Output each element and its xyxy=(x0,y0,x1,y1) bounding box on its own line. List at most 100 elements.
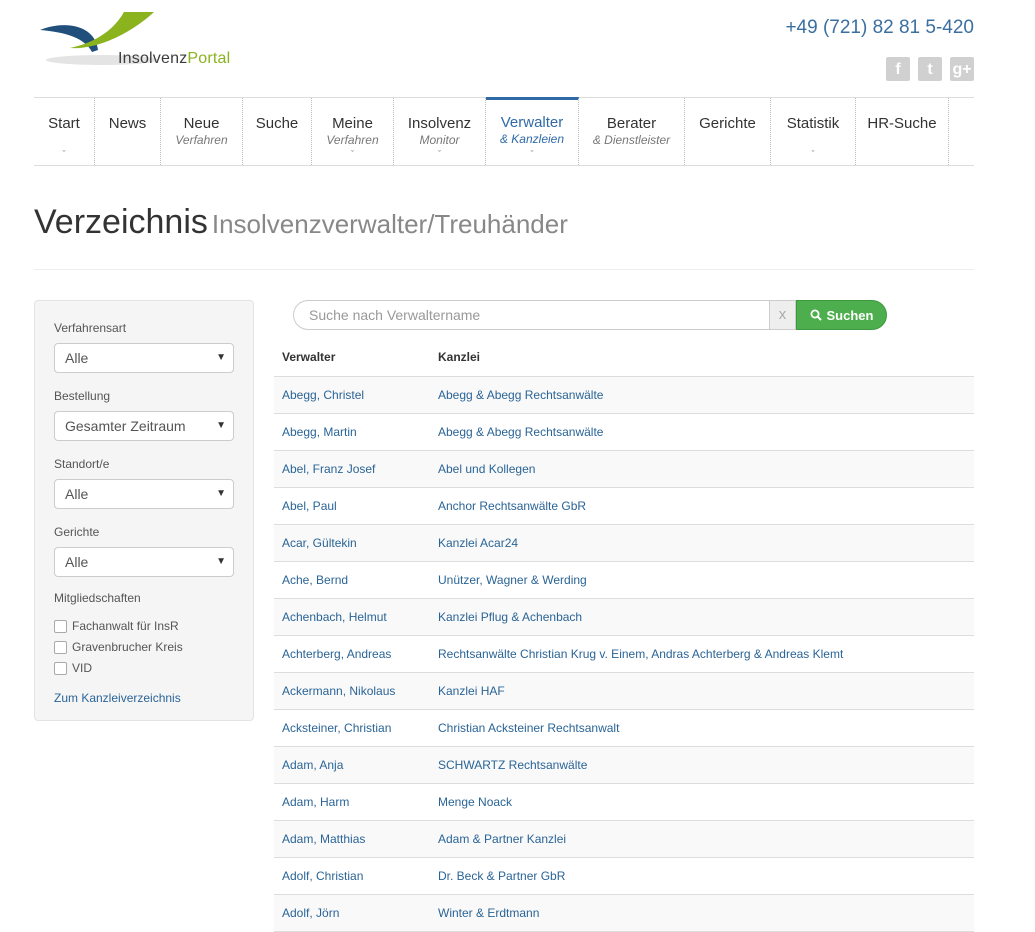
table-row: Adam, Harm Menge Noack xyxy=(274,784,974,821)
filter-label: Verfahrensart xyxy=(54,321,127,335)
table-row: Adam, Anja SCHWARTZ Rechtsanwälte xyxy=(274,747,974,784)
table-row: Abel, Paul Anchor Rechtsanwälte GbR xyxy=(274,488,974,525)
membership-checkbox[interactable] xyxy=(54,640,67,654)
verwalter-link[interactable]: Adam, Anja xyxy=(282,758,343,772)
nav-item-start[interactable]: Start ˇ xyxy=(34,98,95,165)
search-bar: x Suchen xyxy=(293,300,887,330)
filter-select-value: Alle xyxy=(65,350,89,366)
kanzlei-link[interactable]: Unützer, Wagner & Werding xyxy=(438,573,587,587)
table-row: Ache, Bernd Unützer, Wagner & Werding xyxy=(274,562,974,599)
nav-item-label: Statistik xyxy=(786,115,840,132)
search-button[interactable]: Suchen xyxy=(796,300,887,330)
verwalter-link[interactable]: Achterberg, Andreas xyxy=(282,647,391,661)
verwalter-link[interactable]: Acar, Gültekin xyxy=(282,536,357,550)
kanzlei-link[interactable]: SCHWARTZ Rechtsanwälte xyxy=(438,758,587,772)
nav-item-label: Insolvenz xyxy=(407,115,472,132)
verwalter-link[interactable]: Ache, Bernd xyxy=(282,573,348,587)
page-subtitle: Insolvenzverwalter/Treuhänder xyxy=(211,209,568,239)
membership-option: VID xyxy=(54,661,234,675)
filter-select-value: Alle xyxy=(65,486,89,502)
search-button-label: Suchen xyxy=(826,307,874,323)
membership-option: Fachanwalt für InsR xyxy=(54,619,234,633)
nav-item-verwalter[interactable]: Verwalter & Kanzleien ˇ xyxy=(486,97,579,165)
filter-select-value: Gesamter Zeitraum xyxy=(65,418,186,434)
clear-search-button[interactable]: x xyxy=(769,300,796,330)
table-row: Abel, Franz Josef Abel und Kollegen xyxy=(274,451,974,488)
filter-label: Bestellung xyxy=(54,389,111,403)
kanzlei-link[interactable]: Dr. Beck & Partner GbR xyxy=(438,869,565,883)
verwalter-link[interactable]: Abel, Paul xyxy=(282,499,337,513)
nav-item-label: Berater xyxy=(606,115,657,132)
nav-item-label: Start xyxy=(48,115,80,132)
table-row: Adolf, Christian Dr. Beck & Partner GbR xyxy=(274,858,974,895)
logo-text: InsolvenzPortal xyxy=(118,50,231,67)
membership-label: VID xyxy=(72,661,93,675)
table-row: Acar, Gültekin Kanzlei Acar24 xyxy=(274,525,974,562)
verwalter-link[interactable]: Acksteiner, Christian xyxy=(282,721,391,735)
kanzlei-link[interactable]: Kanzlei Acar24 xyxy=(438,536,518,550)
nav-item-label: Meine xyxy=(332,115,373,132)
kanzlei-link[interactable]: Christian Acksteiner Rechtsanwalt xyxy=(438,721,619,735)
kanzlei-link[interactable]: Kanzlei Pflug & Achenbach xyxy=(438,610,582,624)
filter-select-standort-e[interactable]: Alle ▼ xyxy=(54,479,234,509)
membership-checkbox[interactable] xyxy=(54,619,67,633)
verwalter-link[interactable]: Abel, Franz Josef xyxy=(282,462,375,476)
google-plus-icon[interactable]: g+ xyxy=(950,57,974,81)
kanzlei-link[interactable]: Rechtsanwälte Christian Krug v. Einem, A… xyxy=(438,647,843,661)
column-header-verwalter: Verwalter xyxy=(282,350,336,364)
chevron-down-icon: ˇ xyxy=(62,149,66,159)
nav-item-news[interactable]: News xyxy=(95,98,161,165)
filter-select-gerichte[interactable]: Alle ▼ xyxy=(54,547,234,577)
membership-label: Gravenbrucher Kreis xyxy=(72,640,183,654)
nav-item-label: Verwalter xyxy=(500,114,564,131)
search-input[interactable] xyxy=(293,300,769,330)
membership-checkbox[interactable] xyxy=(54,661,67,675)
filter-select-verfahrensart[interactable]: Alle ▼ xyxy=(54,343,234,373)
memberships-label: Mitgliedschaften xyxy=(54,591,141,605)
nav-item-hr-suche[interactable]: HR-Suche xyxy=(856,98,949,165)
kanzlei-link[interactable]: Menge Noack xyxy=(438,795,512,809)
verwalter-link[interactable]: Adam, Matthias xyxy=(282,832,365,846)
facebook-icon[interactable]: f xyxy=(886,57,910,81)
kanzlei-link[interactable]: Winter & Erdtmann xyxy=(438,906,539,920)
site-logo[interactable]: InsolvenzPortal xyxy=(40,10,250,72)
verwalter-link[interactable]: Abegg, Martin xyxy=(282,425,357,439)
twitter-icon[interactable]: t xyxy=(918,57,942,81)
nav-item-sublabel: Verfahren xyxy=(175,133,228,147)
filter-select-bestellung[interactable]: Gesamter Zeitraum ▼ xyxy=(54,411,234,441)
nav-item-neue[interactable]: Neue Verfahren xyxy=(161,98,243,165)
verwalter-link[interactable]: Adam, Harm xyxy=(282,795,349,809)
nav-item-label: HR-Suche xyxy=(867,115,937,132)
nav-item-insolvenz[interactable]: Insolvenz Monitor ˇ xyxy=(394,98,486,165)
verwalter-link[interactable]: Ackermann, Nikolaus xyxy=(282,684,395,698)
kanzlei-link[interactable]: Kanzlei HAF xyxy=(438,684,505,698)
verwalter-link[interactable]: Adolf, Christian xyxy=(282,869,363,883)
nav-item-meine[interactable]: Meine Verfahren ˇ xyxy=(312,98,394,165)
nav-item-label: News xyxy=(108,115,147,132)
nav-item-label: Gerichte xyxy=(699,115,756,132)
kanzlei-link[interactable]: Abegg & Abegg Rechtsanwälte xyxy=(438,388,603,402)
nav-item-sublabel: Monitor xyxy=(419,133,460,147)
kanzlei-link[interactable]: Abegg & Abegg Rechtsanwälte xyxy=(438,425,603,439)
nav-item-statistik[interactable]: Statistik ˇ xyxy=(771,98,856,165)
kanzlei-link[interactable]: Abel und Kollegen xyxy=(438,462,535,476)
table-row: Adam, Matthias Adam & Partner Kanzlei xyxy=(274,821,974,858)
filter-sidebar: Verfahrensart Alle ▼ Bestellung Gesamter Zei… xyxy=(34,300,254,721)
chevron-down-icon: ˇ xyxy=(438,149,441,159)
verwalter-link[interactable]: Achenbach, Helmut xyxy=(282,610,387,624)
table-body: Abegg, Christel Abegg & Abegg Rechtsanwäl… xyxy=(274,377,974,932)
main-navigation: Start ˇ News Neue Verfahren Suche Meine Verfahr… xyxy=(34,97,974,166)
kanzlei-link[interactable]: Anchor Rechtsanwälte GbR xyxy=(438,499,586,513)
dropdown-arrow-icon: ▼ xyxy=(216,352,226,363)
column-header-kanzlei: Kanzlei xyxy=(438,350,481,364)
nav-item-gerichte[interactable]: Gerichte xyxy=(685,98,771,165)
kanzlei-link[interactable]: Adam & Partner Kanzlei xyxy=(438,832,566,846)
filter-label: Gerichte xyxy=(54,525,100,539)
search-icon xyxy=(810,309,822,321)
kanzleiverzeichnis-link[interactable]: Zum Kanzleiverzeichnis xyxy=(54,691,234,705)
verwalter-link[interactable]: Abegg, Christel xyxy=(282,388,364,402)
table-row: Ackermann, Nikolaus Kanzlei HAF xyxy=(274,673,974,710)
nav-item-suche[interactable]: Suche xyxy=(243,98,312,165)
verwalter-link[interactable]: Adolf, Jörn xyxy=(282,906,339,920)
nav-item-berater[interactable]: Berater & Dienstleister xyxy=(579,98,685,165)
